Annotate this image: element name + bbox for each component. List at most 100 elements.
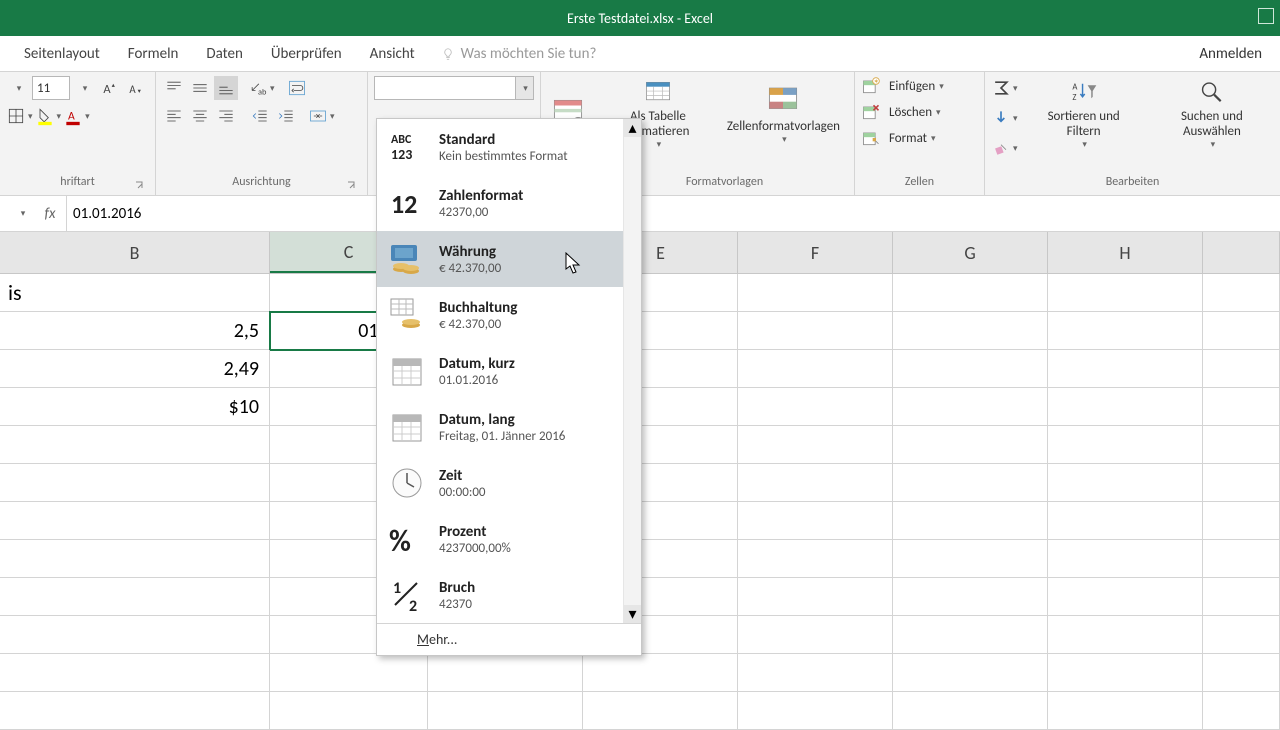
fraction-icon: 12 [387, 575, 427, 615]
tab-layout[interactable]: Seitenlayout [10, 36, 114, 71]
border-icon[interactable]: ▾ [6, 104, 33, 128]
scroll-up-icon[interactable]: ▴ [624, 119, 641, 137]
align-launcher-icon[interactable] [345, 179, 359, 193]
gallery-item-sub: 01.01.2016 [439, 373, 515, 388]
abc123-icon: ABC123 [387, 127, 427, 167]
gallery-item-datum-lang[interactable]: Datum, langFreitag, 01. Jänner 2016 [377, 399, 623, 455]
align-bottom-icon[interactable] [214, 76, 238, 100]
col-header-b[interactable]: B [0, 232, 270, 273]
title-bar: Erste Testdatei.xlsx - Excel [0, 0, 1280, 36]
cell-b4[interactable]: $10 [0, 388, 270, 426]
group-align-label: Ausrichtung [232, 175, 290, 189]
svg-text:A: A [129, 83, 136, 96]
autosum-icon[interactable]: ▾ [991, 76, 1018, 100]
tellme-box[interactable]: Was möchten Sie tun? [441, 45, 597, 63]
gallery-item-bruch[interactable]: 12Bruch42370 [377, 567, 623, 623]
font-launcher-icon[interactable] [133, 179, 147, 193]
group-font: ▾ 11 ▾ A▴ A▾ ▾ ▾ A▾ hriftart [0, 72, 156, 195]
group-edit-label: Bearbeiten [1106, 175, 1160, 189]
scroll-down-icon[interactable]: ▾ [624, 605, 641, 623]
accounting-icon [387, 295, 427, 335]
gallery-item-title: Prozent [439, 523, 511, 541]
gallery-item-zahlenformat[interactable]: 12Zahlenformat42370,00 [377, 175, 623, 231]
align-left-icon[interactable] [162, 104, 186, 128]
merge-center-icon[interactable]: ▾ [308, 104, 335, 128]
svg-text:12: 12 [391, 188, 417, 220]
clock-icon [387, 463, 427, 503]
cell-styles-button[interactable]: Zellenformatvorlagen▾ [719, 76, 848, 152]
svg-text:▴: ▴ [112, 81, 116, 89]
fill-color-icon[interactable]: ▾ [35, 104, 62, 128]
gallery-item-sub: Kein bestimmtes Format [439, 149, 568, 164]
gallery-item-w-hrung[interactable]: Währung€ 42.370,00 [377, 231, 623, 287]
tab-review[interactable]: Überprüfen [257, 36, 356, 71]
login-link[interactable]: Anmelden [1199, 45, 1262, 63]
align-right-icon[interactable] [214, 104, 238, 128]
decrease-indent-icon[interactable] [248, 104, 272, 128]
table-icon [641, 78, 675, 107]
cell-b3[interactable]: 2,49 [0, 350, 270, 388]
gallery-item-zeit[interactable]: Zeit00:00:00 [377, 455, 623, 511]
align-middle-icon[interactable] [188, 76, 212, 100]
svg-text:✶: ✶ [874, 78, 880, 86]
align-top-icon[interactable] [162, 76, 186, 100]
gallery-item-buchhaltung[interactable]: Buchhaltung€ 42.370,00 [377, 287, 623, 343]
increase-indent-icon[interactable] [274, 104, 298, 128]
increase-font-icon[interactable]: A▴ [98, 76, 122, 100]
mouse-cursor-icon [565, 252, 583, 276]
font-size-box[interactable]: 11 [32, 76, 70, 100]
tab-formulas[interactable]: Formeln [114, 36, 193, 71]
col-header-g[interactable]: G [893, 232, 1048, 273]
font-color-icon[interactable]: A▾ [63, 104, 90, 128]
format-cells-icon [861, 128, 881, 148]
col-header-h[interactable]: H [1048, 232, 1203, 273]
orientation-icon[interactable]: ab▾ [248, 76, 275, 100]
tab-view[interactable]: Ansicht [356, 36, 429, 71]
fill-icon[interactable]: ▾ [991, 106, 1018, 130]
number-format-drop-icon[interactable]: ▾ [515, 77, 533, 99]
delete-cells-icon [861, 102, 881, 122]
gallery-item-sub: 00:00:00 [439, 485, 486, 500]
delete-button[interactable]: Löschen [889, 105, 932, 120]
align-center-icon[interactable] [188, 104, 212, 128]
ribbon-tabs: Seitenlayout Formeln Daten Überprüfen An… [0, 36, 1280, 72]
number-format-combo[interactable]: ▾ [374, 76, 534, 100]
find-select-button[interactable]: Suchen und Auswählen▾ [1150, 76, 1274, 152]
gallery-item-sub: € 42.370,00 [439, 261, 501, 276]
number-format-more[interactable]: Mehr... [377, 623, 641, 655]
svg-text:123: 123 [391, 146, 412, 163]
name-box-drop[interactable]: ▾ [10, 202, 34, 226]
group-font-label: hriftart [60, 175, 94, 189]
window-restore-icon[interactable] [1258, 8, 1274, 24]
clear-icon[interactable]: ▾ [991, 136, 1018, 160]
gallery-item-title: Zahlenformat [439, 187, 523, 205]
cell-b2[interactable]: 2,5 [0, 312, 270, 350]
svg-text:ab: ab [258, 88, 267, 98]
fx-icon[interactable]: fx [34, 205, 66, 223]
decrease-font-icon[interactable]: A▾ [124, 76, 148, 100]
svg-text:1: 1 [393, 579, 401, 598]
svg-text:ABC: ABC [391, 133, 412, 147]
gallery-item-title: Währung [439, 243, 501, 261]
col-header-f[interactable]: F [738, 232, 893, 273]
tab-data[interactable]: Daten [192, 36, 256, 71]
gallery-scrollbar[interactable]: ▴ ▾ [623, 119, 641, 623]
insert-cells-icon: ✶ [861, 76, 881, 96]
calendar-icon [387, 351, 427, 391]
font-size-drop[interactable]: ▾ [72, 76, 96, 100]
format-button[interactable]: Format [889, 131, 927, 146]
gallery-item-title: Standard [439, 131, 568, 149]
gallery-item-datum-kurz[interactable]: Datum, kurz01.01.2016 [377, 343, 623, 399]
gallery-item-prozent[interactable]: %Prozent4237000,00% [377, 511, 623, 567]
formula-bar-value[interactable]: 01.01.2016 [66, 196, 1280, 231]
gallery-item-title: Zeit [439, 467, 486, 485]
insert-button[interactable]: Einfügen [889, 79, 935, 94]
font-name-drop[interactable]: ▾ [6, 76, 30, 100]
gallery-item-standard[interactable]: ABC123 StandardKein bestimmtes Format [377, 119, 623, 175]
wrap-text-icon[interactable] [285, 76, 309, 100]
cell-a1-overflow[interactable]: is [0, 274, 270, 312]
sort-filter-button[interactable]: AZ Sortieren und Filtern▾ [1028, 76, 1140, 152]
col-header-i[interactable] [1203, 232, 1280, 273]
num12-icon: 12 [387, 183, 427, 223]
group-cells: ✶Einfügen▾ Löschen▾ Format▾ Zellen [855, 72, 985, 195]
